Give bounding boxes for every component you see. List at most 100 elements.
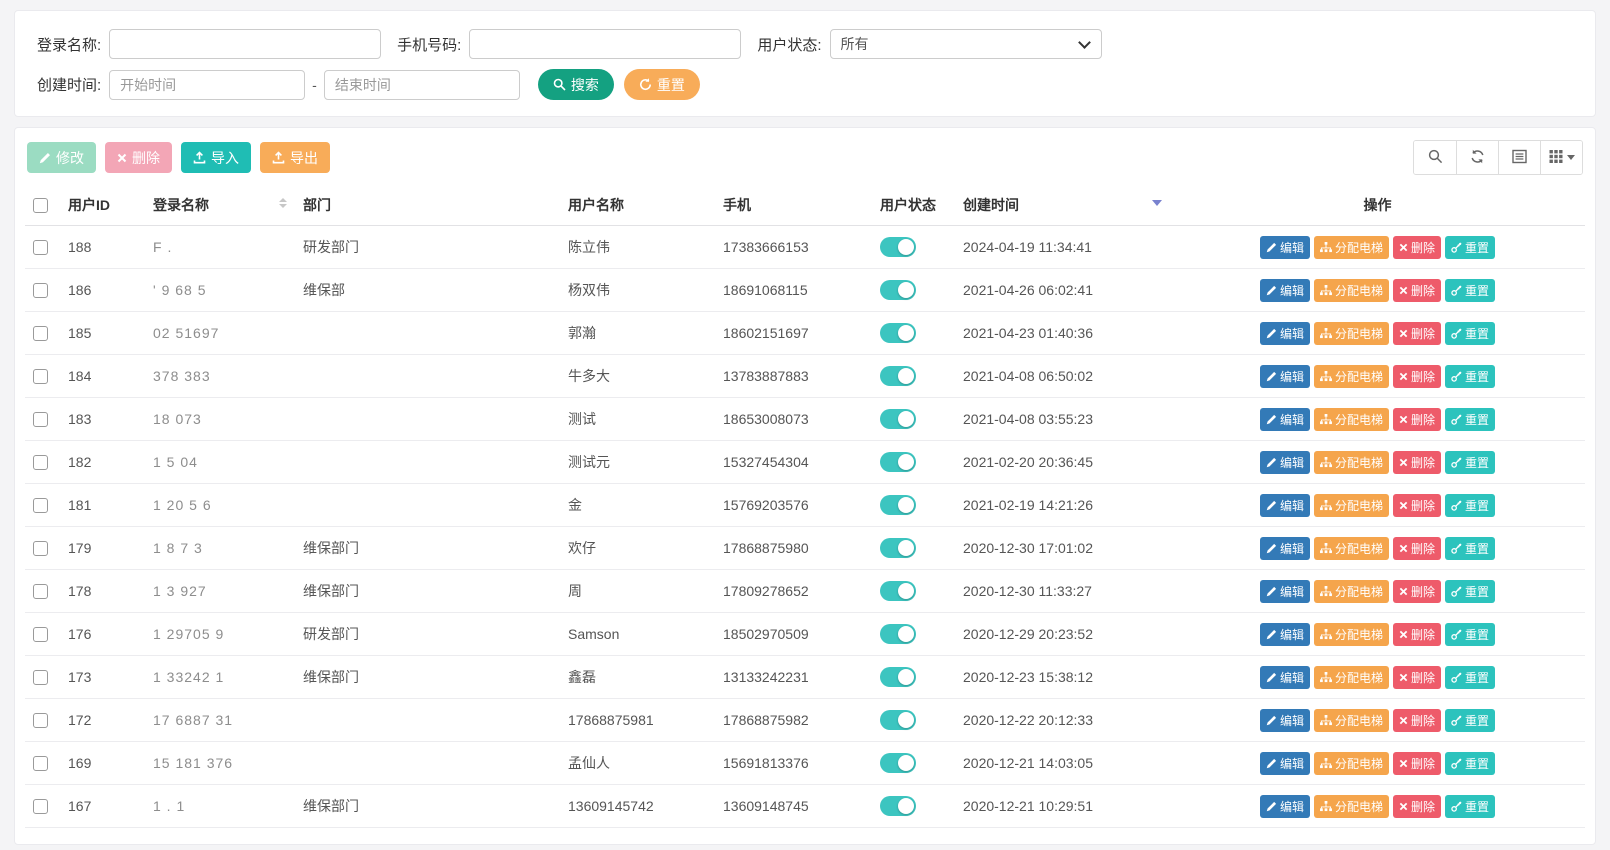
assign-elevator-action-button[interactable]: 分配电梯 [1314,494,1389,517]
row-checkbox[interactable] [33,240,48,255]
row-checkbox[interactable] [33,670,48,685]
delete-button[interactable]: 删除 [105,142,172,173]
reset-password-action-button[interactable]: 重置 [1445,451,1495,474]
edit-action-button[interactable]: 编辑 [1260,322,1310,345]
row-checkbox[interactable] [33,283,48,298]
end-time-input[interactable] [324,70,520,100]
row-checkbox[interactable] [33,799,48,814]
assign-elevator-action-button[interactable]: 分配电梯 [1314,580,1389,603]
import-button[interactable]: 导入 [181,142,251,173]
assign-elevator-action-button[interactable]: 分配电梯 [1314,408,1389,431]
assign-elevator-action-button[interactable]: 分配电梯 [1314,623,1389,646]
row-checkbox[interactable] [33,455,48,470]
assign-elevator-action-button[interactable]: 分配电梯 [1314,537,1389,560]
assign-elevator-action-button[interactable]: 分配电梯 [1314,236,1389,259]
edit-action-button[interactable]: 编辑 [1260,279,1310,302]
detail-view-button[interactable] [1498,141,1540,174]
edit-action-button[interactable]: 编辑 [1260,623,1310,646]
user-status-toggle[interactable] [880,366,916,386]
delete-action-button[interactable]: 删除 [1393,451,1441,474]
status-select[interactable]: 所有 [830,29,1102,59]
edit-action-button[interactable]: 编辑 [1260,580,1310,603]
assign-elevator-action-button[interactable]: 分配电梯 [1314,709,1389,732]
row-checkbox[interactable] [33,412,48,427]
assign-elevator-action-button[interactable]: 分配电梯 [1314,322,1389,345]
user-status-toggle[interactable] [880,667,916,687]
delete-action-button[interactable]: 删除 [1393,537,1441,560]
user-status-toggle[interactable] [880,624,916,644]
user-status-toggle[interactable] [880,753,916,773]
reset-password-action-button[interactable]: 重置 [1445,709,1495,732]
row-checkbox[interactable] [33,627,48,642]
modify-button[interactable]: 修改 [27,142,96,173]
delete-action-button[interactable]: 删除 [1393,408,1441,431]
user-status-toggle[interactable] [880,409,916,429]
delete-action-button[interactable]: 删除 [1393,580,1441,603]
user-status-toggle[interactable] [880,495,916,515]
row-checkbox[interactable] [33,326,48,341]
reset-password-action-button[interactable]: 重置 [1445,322,1495,345]
assign-elevator-action-button[interactable]: 分配电梯 [1314,365,1389,388]
delete-action-button[interactable]: 删除 [1393,494,1441,517]
row-checkbox[interactable] [33,584,48,599]
row-checkbox[interactable] [33,756,48,771]
columns-dropdown-button[interactable] [1540,141,1582,174]
assign-elevator-action-button[interactable]: 分配电梯 [1314,666,1389,689]
edit-action-button[interactable]: 编辑 [1260,408,1310,431]
login-name-input[interactable] [109,29,381,59]
delete-action-button[interactable]: 删除 [1393,709,1441,732]
delete-action-button[interactable]: 删除 [1393,752,1441,775]
edit-action-button[interactable]: 编辑 [1260,236,1310,259]
delete-action-button[interactable]: 删除 [1393,236,1441,259]
user-status-toggle[interactable] [880,280,916,300]
assign-elevator-action-button[interactable]: 分配电梯 [1314,451,1389,474]
user-status-toggle[interactable] [880,538,916,558]
reset-password-action-button[interactable]: 重置 [1445,666,1495,689]
user-status-toggle[interactable] [880,237,916,257]
sort-both-icon[interactable] [279,198,287,208]
assign-elevator-action-button[interactable]: 分配电梯 [1314,279,1389,302]
start-time-input[interactable] [109,70,305,100]
reset-password-action-button[interactable]: 重置 [1445,580,1495,603]
row-checkbox[interactable] [33,369,48,384]
edit-action-button[interactable]: 编辑 [1260,752,1310,775]
delete-action-button[interactable]: 删除 [1393,623,1441,646]
reset-button[interactable]: 重置 [624,69,700,100]
select-all-checkbox[interactable] [33,198,48,213]
user-status-toggle[interactable] [880,452,916,472]
delete-action-button[interactable]: 删除 [1393,795,1441,818]
assign-elevator-action-button[interactable]: 分配电梯 [1314,795,1389,818]
delete-action-button[interactable]: 删除 [1393,279,1441,302]
reset-password-action-button[interactable]: 重置 [1445,537,1495,560]
reset-password-action-button[interactable]: 重置 [1445,623,1495,646]
assign-elevator-action-button[interactable]: 分配电梯 [1314,752,1389,775]
user-status-toggle[interactable] [880,581,916,601]
edit-action-button[interactable]: 编辑 [1260,365,1310,388]
reset-password-action-button[interactable]: 重置 [1445,236,1495,259]
search-button[interactable]: 搜索 [538,69,614,100]
edit-action-button[interactable]: 编辑 [1260,795,1310,818]
phone-input[interactable] [469,29,741,59]
reset-password-action-button[interactable]: 重置 [1445,408,1495,431]
edit-action-button[interactable]: 编辑 [1260,709,1310,732]
col-login-name[interactable]: 登录名称 [153,197,209,213]
row-checkbox[interactable] [33,498,48,513]
sort-desc-icon[interactable] [1152,200,1162,206]
row-checkbox[interactable] [33,713,48,728]
reset-password-action-button[interactable]: 重置 [1445,752,1495,775]
reset-password-action-button[interactable]: 重置 [1445,279,1495,302]
edit-action-button[interactable]: 编辑 [1260,537,1310,560]
export-button[interactable]: 导出 [260,142,330,173]
table-refresh-button[interactable] [1456,141,1498,174]
row-checkbox[interactable] [33,541,48,556]
reset-password-action-button[interactable]: 重置 [1445,494,1495,517]
delete-action-button[interactable]: 删除 [1393,365,1441,388]
reset-password-action-button[interactable]: 重置 [1445,795,1495,818]
reset-password-action-button[interactable]: 重置 [1445,365,1495,388]
edit-action-button[interactable]: 编辑 [1260,451,1310,474]
edit-action-button[interactable]: 编辑 [1260,666,1310,689]
col-created-time[interactable]: 创建时间 [963,197,1019,213]
user-status-toggle[interactable] [880,796,916,816]
user-status-toggle[interactable] [880,710,916,730]
delete-action-button[interactable]: 删除 [1393,322,1441,345]
